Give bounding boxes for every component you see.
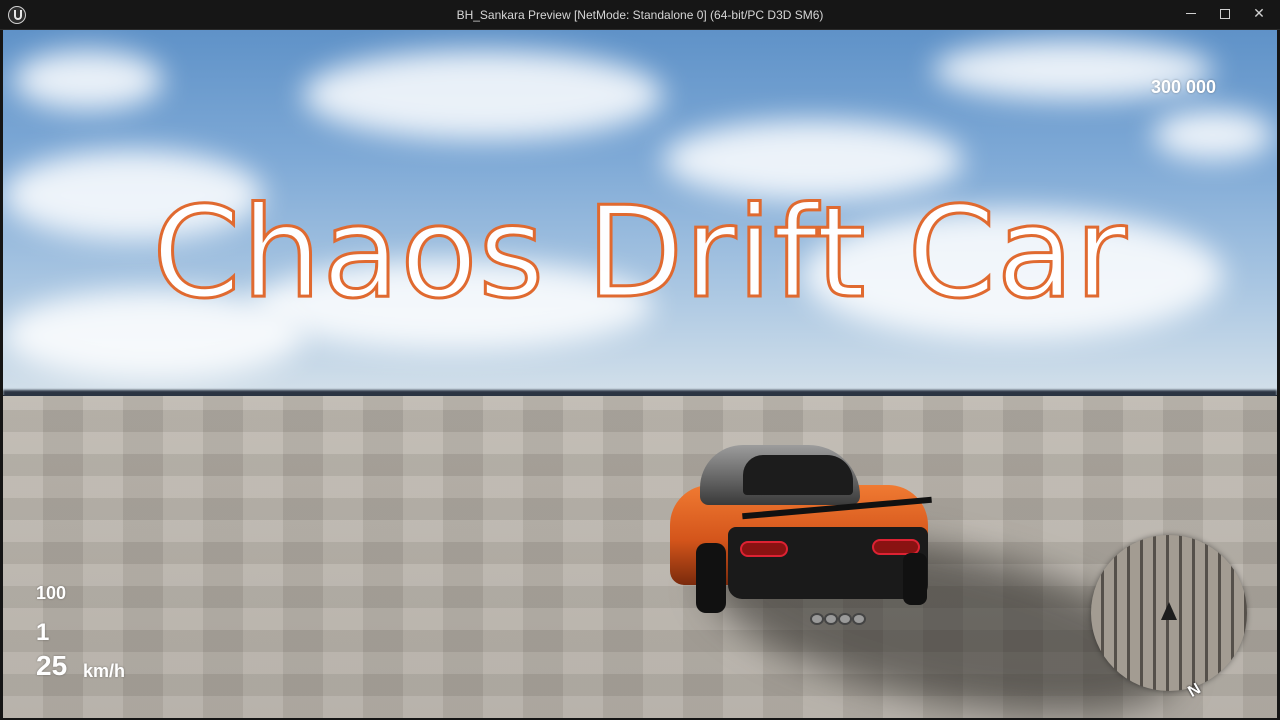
game-window: BH_Sankara Preview [NetMode: Standalone … (0, 0, 1280, 720)
tail-light-left (740, 541, 788, 557)
player-arrow-icon (1161, 602, 1177, 620)
speedometer-value: 25 (36, 650, 68, 681)
maximize-button[interactable] (1208, 0, 1242, 30)
minimize-icon (1186, 13, 1196, 14)
minimize-button[interactable] (1174, 0, 1208, 30)
drift-car (658, 445, 933, 625)
window-title: BH_Sankara Preview [NetMode: Standalone … (456, 8, 824, 22)
speed-unit: km/h (83, 661, 126, 681)
game-title-overlay: Chaos Drift Car (151, 178, 1128, 328)
score-counter: 300 000 (1151, 77, 1217, 97)
minimap (1091, 535, 1247, 691)
title-bar[interactable]: BH_Sankara Preview [NetMode: Standalone … (0, 0, 1280, 30)
maximize-icon (1220, 8, 1230, 19)
gear-indicator: 1 (36, 619, 50, 646)
game-viewport[interactable]: Chaos Drift Car 300 000 100 1 25 km/h N (3, 30, 1277, 718)
rpm-readout: 100 (36, 583, 67, 603)
close-icon: ✕ (1253, 6, 1265, 22)
close-button[interactable]: ✕ (1242, 0, 1276, 30)
